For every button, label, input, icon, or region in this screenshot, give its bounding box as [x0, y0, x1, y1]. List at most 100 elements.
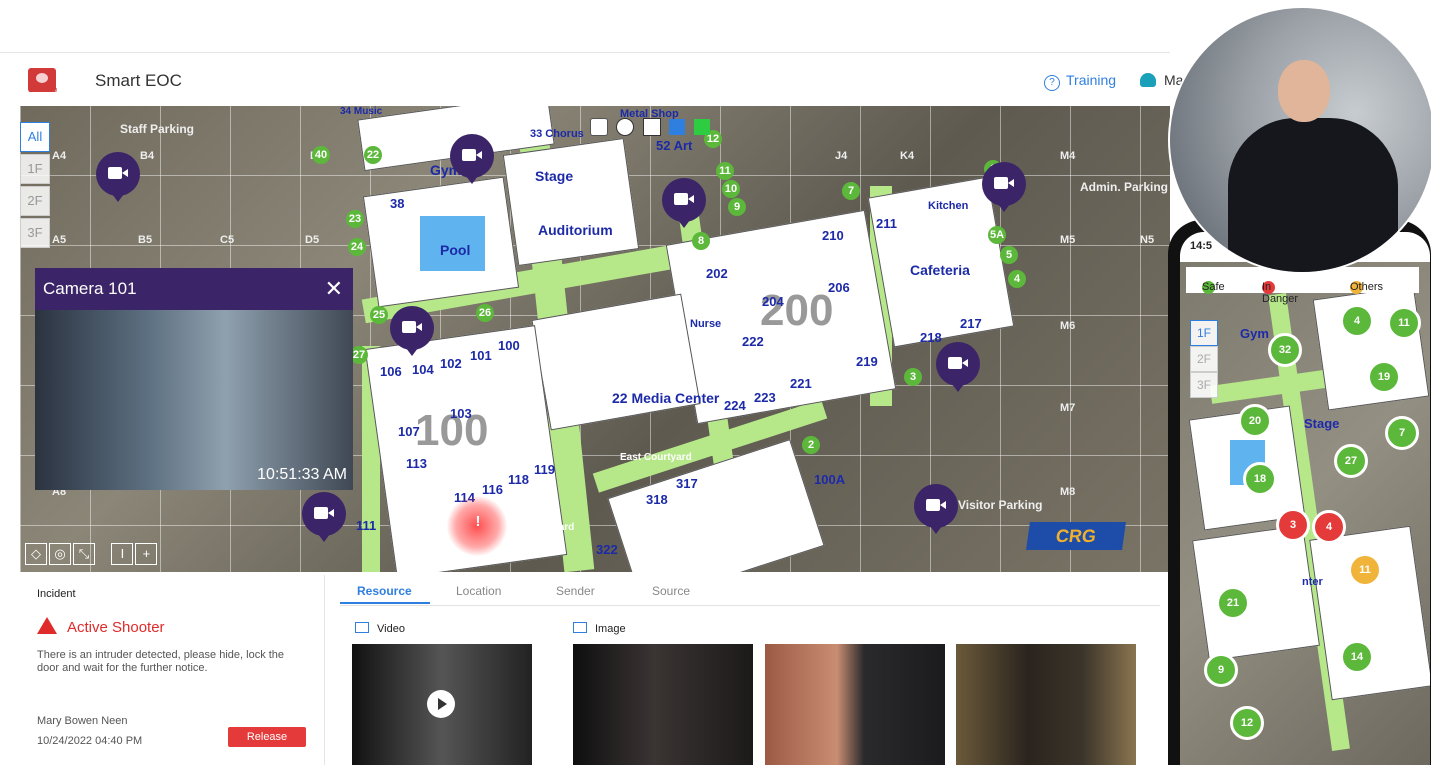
room-label: 101: [470, 348, 492, 363]
label-pool: Pool: [440, 242, 471, 258]
map-marker[interactable]: 25: [370, 306, 388, 324]
map-marker[interactable]: 2: [802, 436, 820, 454]
user-avatar-icon: [1140, 73, 1156, 87]
map-marker[interactable]: 8: [692, 232, 710, 250]
room-label: 221: [790, 376, 812, 391]
phone-count-badge[interactable]: 12: [1230, 706, 1264, 740]
grid-label: B5: [138, 234, 153, 246]
floor-tab-2f[interactable]: 2F: [20, 186, 50, 216]
phone-count-badge[interactable]: 7: [1385, 416, 1419, 450]
hand-icon[interactable]: [590, 118, 608, 136]
play-icon[interactable]: [427, 690, 455, 718]
video-section-label: Video: [355, 622, 405, 635]
zoom-in-icon[interactable]: +: [135, 543, 158, 565]
officer-head: [1278, 60, 1330, 122]
phone-count-badge[interactable]: 18: [1243, 462, 1277, 496]
release-button[interactable]: Release: [228, 727, 306, 747]
label-visitor-parking: Visitor Parking: [958, 498, 1043, 512]
drawing-toolbar: [590, 118, 714, 138]
phone-count-badge[interactable]: 11: [1348, 553, 1382, 587]
camera-marker[interactable]: [302, 492, 346, 542]
grid-label: M6: [1060, 320, 1076, 332]
map-marker[interactable]: 40: [312, 146, 330, 164]
camera-marker[interactable]: [936, 342, 980, 392]
phone-count-badge[interactable]: 4: [1340, 304, 1374, 338]
line-tool-icon[interactable]: [669, 119, 686, 135]
room-label: 322: [596, 542, 618, 557]
map-marker[interactable]: 5A: [988, 226, 1006, 244]
video-thumbnail[interactable]: [352, 644, 532, 765]
camera-marker[interactable]: [96, 152, 140, 202]
grid-label: D5: [305, 234, 320, 246]
map-marker[interactable]: 3: [904, 368, 922, 386]
image-thumbnail[interactable]: [765, 644, 945, 765]
phone-map-text: Gym: [1240, 326, 1269, 341]
zoom-out-icon[interactable]: I: [111, 543, 134, 565]
room-label: 202: [706, 266, 728, 281]
circle-tool-icon[interactable]: [616, 118, 635, 136]
phone-count-badge[interactable]: 3: [1276, 508, 1310, 542]
camera-marker[interactable]: [914, 484, 958, 534]
grid-label: M8: [1060, 486, 1076, 498]
tab-location[interactable]: Location: [456, 584, 501, 598]
user-menu[interactable]: Ma: [1140, 72, 1183, 88]
map-marker[interactable]: 22: [364, 146, 382, 164]
map-marker[interactable]: 4: [1008, 270, 1026, 288]
phone-count-badge[interactable]: 21: [1216, 586, 1250, 620]
phone-floor-3f[interactable]: 3F: [1190, 372, 1218, 398]
video-camera-icon: [674, 193, 688, 205]
phone-count-badge[interactable]: 32: [1268, 333, 1302, 367]
room-label: 218: [920, 330, 942, 345]
map-marker[interactable]: 5: [1000, 246, 1018, 264]
map-marker[interactable]: 23: [346, 210, 364, 228]
tab-resource[interactable]: Resource: [357, 584, 412, 598]
layers-icon[interactable]: ◇: [25, 543, 47, 565]
grid-label: A4: [52, 150, 67, 162]
label-staff-parking: Staff Parking: [120, 122, 195, 136]
close-icon[interactable]: ✕: [325, 276, 343, 302]
phone-count-badge[interactable]: 20: [1238, 404, 1272, 438]
incident-alert-title: Active Shooter: [67, 619, 165, 636]
map-marker[interactable]: 11: [716, 162, 734, 180]
floor-tab-all[interactable]: All: [20, 122, 50, 152]
phone-floor-2f[interactable]: 2F: [1190, 346, 1218, 372]
phone-count-badge[interactable]: 4: [1312, 510, 1346, 544]
map-marker[interactable]: 9: [728, 198, 746, 216]
fullscreen-icon[interactable]: ⤡: [73, 543, 95, 565]
incident-warning-icon[interactable]: [447, 496, 507, 556]
grid-label: C5: [220, 234, 235, 246]
phone-count-badge[interactable]: 11: [1387, 306, 1421, 340]
room-label: 318: [646, 492, 668, 507]
map-marker[interactable]: 7: [842, 182, 860, 200]
tab-source[interactable]: Source: [652, 584, 690, 598]
label-cafeteria: Cafeteria: [910, 262, 970, 278]
phone-floor-1f[interactable]: 1F: [1190, 320, 1218, 346]
label-admin-parking: Admin. Parking: [1080, 180, 1169, 194]
camera-marker[interactable]: [390, 306, 434, 356]
camera-marker[interactable]: [662, 178, 706, 228]
phone-map-text: nter: [1302, 576, 1323, 588]
label-kitchen: Kitchen: [928, 200, 969, 212]
image-thumbnail[interactable]: [573, 644, 753, 765]
rectangle-tool-icon[interactable]: [642, 118, 661, 136]
camera-marker[interactable]: [450, 134, 494, 184]
room-label: 223: [754, 390, 776, 405]
training-link[interactable]: ? Training: [1044, 72, 1116, 91]
floor-selector: All 1F 2F 3F: [20, 122, 50, 250]
floor-tab-1f[interactable]: 1F: [20, 154, 50, 184]
camera-marker[interactable]: [982, 162, 1026, 212]
image-thumbnail[interactable]: [956, 644, 1136, 765]
room-label: 219: [856, 354, 878, 369]
floor-tab-3f[interactable]: 3F: [20, 218, 50, 248]
phone-count-badge[interactable]: 9: [1204, 653, 1238, 687]
camera-feed[interactable]: 10:51:33 AM: [35, 310, 353, 490]
map-marker[interactable]: 24: [348, 238, 366, 256]
locate-icon[interactable]: ◎: [49, 543, 71, 565]
color-swatch-icon[interactable]: [693, 119, 710, 135]
tab-sender[interactable]: Sender: [556, 584, 595, 598]
map-marker[interactable]: 10: [722, 180, 740, 198]
phone-count-badge[interactable]: 19: [1367, 360, 1401, 394]
map-marker[interactable]: 26: [476, 304, 494, 322]
phone-count-badge[interactable]: 27: [1334, 444, 1368, 478]
phone-count-badge[interactable]: 14: [1340, 640, 1374, 674]
